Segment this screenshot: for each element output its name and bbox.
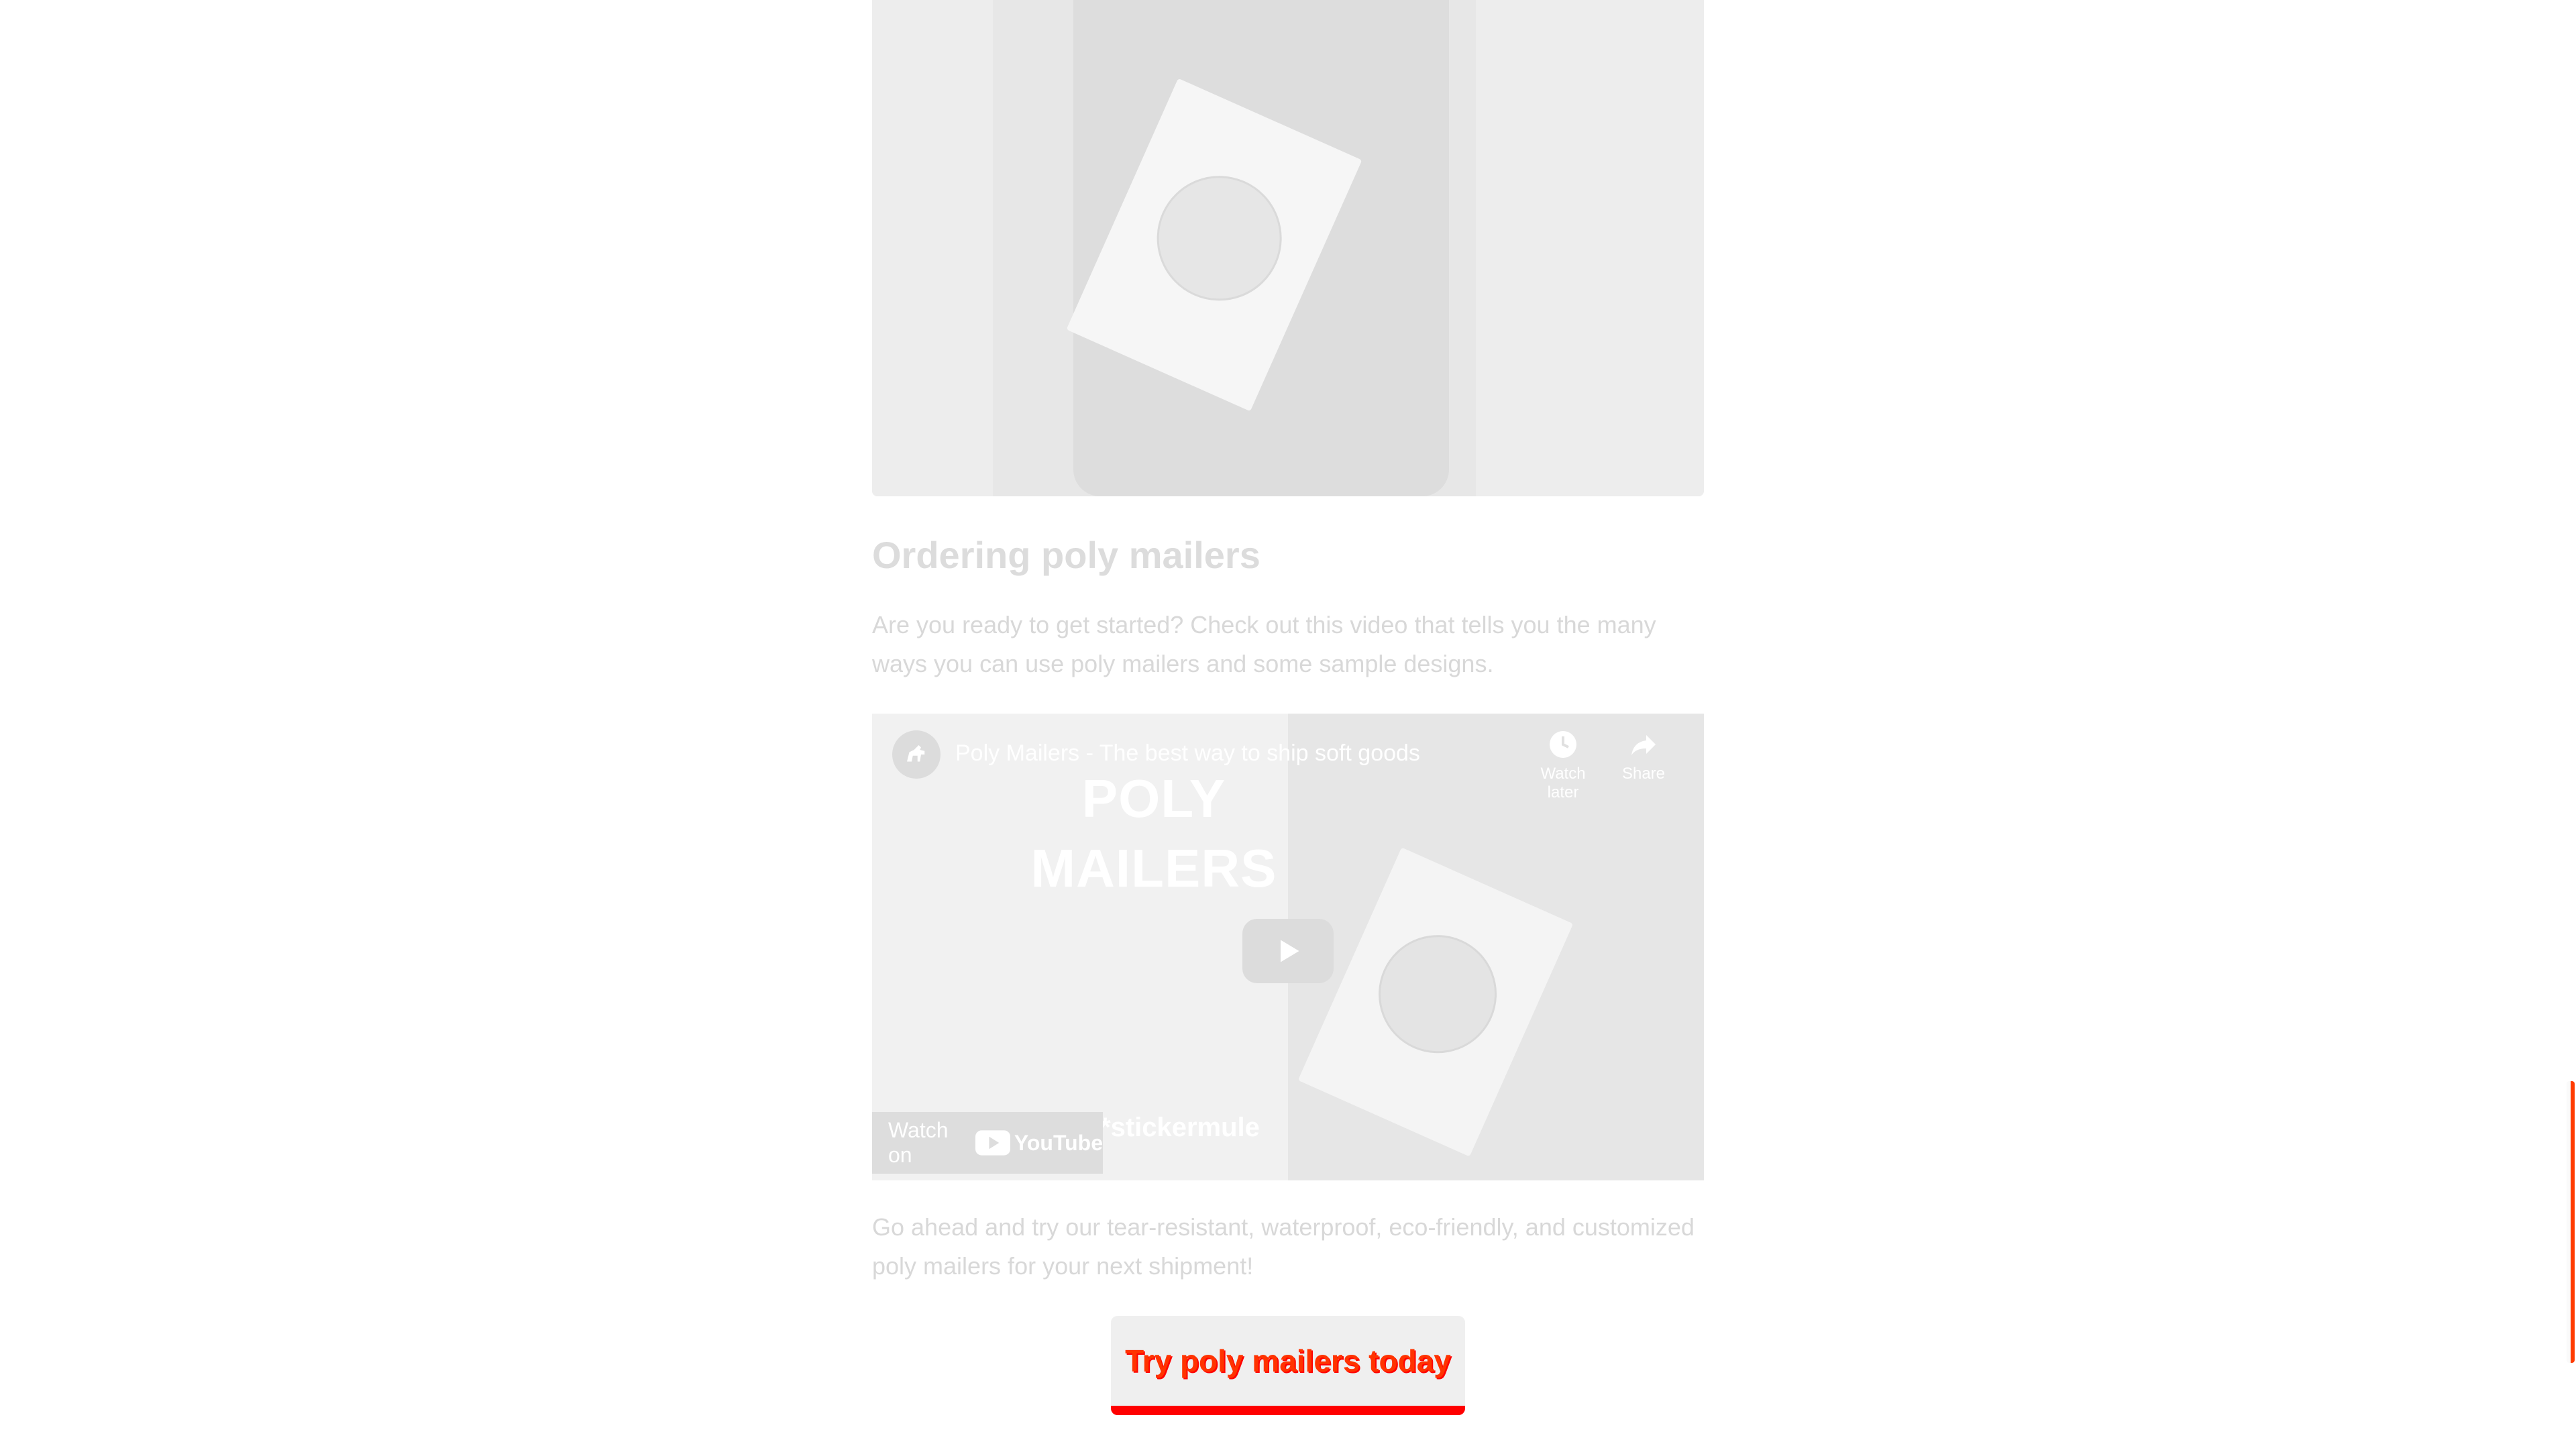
play-icon (1281, 940, 1299, 962)
watch-on-label: Watch on (888, 1118, 949, 1167)
channel-avatar[interactable] (892, 730, 941, 779)
youtube-logo: YouTube (975, 1130, 1103, 1156)
play-button[interactable] (1242, 919, 1334, 983)
video-mailer-circle (1359, 916, 1516, 1072)
youtube-wordmark: YouTube (1014, 1130, 1103, 1155)
poly-mailer-photo (872, 0, 1704, 496)
video-title[interactable]: Poly Mailers - The best way to ship soft… (955, 740, 1420, 767)
youtube-embed[interactable]: POLY MAILERS *stickermule Poly Mailers -… (872, 714, 1704, 1180)
share-arrow-icon (1631, 735, 1656, 755)
watch-later-button[interactable]: Watch later (1523, 728, 1603, 802)
background-shelf-right (1476, 0, 1704, 496)
watch-later-label: Watch later (1540, 765, 1586, 801)
stickermule-brand: *stickermule (1100, 1113, 1260, 1142)
intro-paragraph: Are you ready to get started? Check out … (872, 611, 1656, 677)
overlay-line-mailers: MAILERS (1030, 838, 1277, 898)
share-label: Share (1621, 765, 1666, 783)
try-poly-mailers-button[interactable]: Try poly mailers today (1111, 1316, 1465, 1415)
video-top-bar: Poly Mailers - The best way to ship soft… (872, 714, 1704, 801)
outro-paragraph: Go ahead and try our tear-resistant, wat… (872, 1213, 1695, 1280)
section-heading: Ordering poly mailers (872, 534, 1260, 576)
mailer-print-circle (1136, 156, 1302, 321)
horse-logo-icon (907, 745, 925, 762)
clock-icon (1550, 731, 1576, 758)
scrollbar[interactable] (2567, 1081, 2575, 1363)
page: Ordering poly mailers Are you ready to g… (0, 0, 2576, 1448)
watch-on-youtube-button[interactable]: Watch on YouTube (872, 1112, 1103, 1174)
background-shelf (872, 0, 993, 496)
share-button[interactable]: Share (1603, 728, 1684, 783)
youtube-logo-icon (975, 1130, 1010, 1156)
